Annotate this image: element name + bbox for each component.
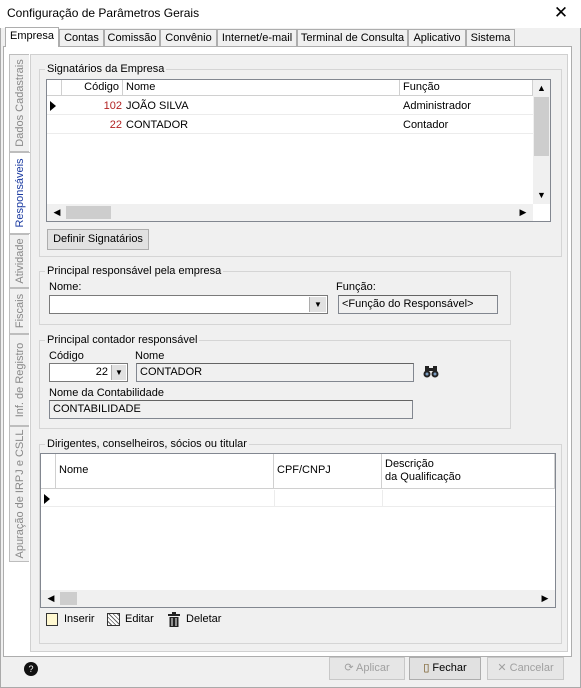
help-icon[interactable]: ? <box>24 662 38 676</box>
vertical-scrollbar[interactable]: ▲ ▼ <box>533 80 550 204</box>
signatarios-legend: Signatários da Empresa <box>45 63 167 75</box>
cell-codigo: 22 <box>109 119 122 131</box>
inserir-label: Inserir <box>64 613 95 625</box>
horizontal-scrollbar[interactable]: ◀ ▶ <box>41 590 555 607</box>
col-header-descricao-line2: da Qualificação <box>385 471 461 483</box>
tab-internet-email[interactable]: Internet/e-mail <box>217 29 297 46</box>
dirigentes-grid[interactable]: Nome CPF/CNPJ Descrição da Qualificação … <box>40 453 556 608</box>
chevron-down-icon[interactable]: ▼ <box>111 365 126 380</box>
funcao-responsavel-field: <Função do Responsável> <box>338 295 498 314</box>
grid-corner <box>41 454 56 489</box>
col-header-codigo[interactable]: Código <box>62 80 123 96</box>
scroll-left-icon[interactable]: ◀ <box>44 591 58 606</box>
scroll-thumb[interactable] <box>66 206 111 219</box>
principal-responsavel-legend: Principal responsável pela empresa <box>45 265 224 277</box>
new-document-icon <box>46 613 58 626</box>
contabilidade-label: Nome da Contabilidade <box>49 387 164 399</box>
codigo-contador-value: 22 <box>95 366 108 378</box>
edit-icon <box>107 613 120 626</box>
col-header-descricao[interactable]: Descrição da Qualificação <box>382 454 555 489</box>
cell-funcao: Administrador <box>403 100 471 112</box>
col-header-nome[interactable]: Nome <box>123 80 400 96</box>
side-tab-responsaveis[interactable]: Responsáveis <box>9 152 30 234</box>
codigo-contador-select[interactable]: 22 ▼ <box>49 363 128 382</box>
trash-icon <box>168 612 180 627</box>
contabilidade-field: CONTABILIDADE <box>49 400 413 419</box>
side-tab-fiscais[interactable]: Fiscais <box>9 288 29 334</box>
scroll-down-icon[interactable]: ▼ <box>534 188 549 202</box>
cancel-icon: ✕ <box>497 662 510 674</box>
col-header-descricao-line1: Descrição <box>385 458 434 470</box>
codigo-label: Código <box>49 350 84 362</box>
table-row[interactable] <box>41 490 555 507</box>
signatarios-grid[interactable]: Código Nome Função 102 JOÃO SILVA Admini… <box>46 79 551 222</box>
col-header-nome[interactable]: Nome <box>56 454 274 489</box>
apply-icon: ⟳ <box>344 662 357 674</box>
table-row[interactable]: 22 CONTADOR Contador <box>47 116 534 134</box>
definir-signatarios-button[interactable]: Definir Signatários <box>47 229 149 250</box>
cell-nome: CONTADOR <box>126 119 189 131</box>
side-tab-dados-cadastrais[interactable]: Dados Cadastrais <box>9 54 29 152</box>
row-indicator-icon <box>50 101 56 111</box>
col-header-funcao[interactable]: Função <box>400 80 533 96</box>
scroll-up-icon[interactable]: ▲ <box>534 81 549 95</box>
cell-divider <box>274 490 275 507</box>
window-title: Configuração de Parâmetros Gerais <box>7 6 200 20</box>
binoculars-icon[interactable] <box>422 364 440 380</box>
fechar-button[interactable]: ▯ Fechar <box>409 657 481 680</box>
side-tab-inf-registro[interactable]: Inf. de Registro <box>9 334 29 426</box>
cell-funcao: Contador <box>403 119 449 131</box>
cell-nome: JOÃO SILVA <box>126 100 189 112</box>
contador-legend: Principal contador responsável <box>45 334 200 346</box>
nome-label: Nome: <box>49 281 82 293</box>
deletar-label: Deletar <box>186 613 222 625</box>
tab-sistema[interactable]: Sistema <box>466 29 515 46</box>
nome-contador-label: Nome <box>135 350 165 362</box>
dirigentes-legend: Dirigentes, conselheiros, sócios ou titu… <box>45 438 249 450</box>
title-bar: Configuração de Parâmetros Gerais ✕ <box>0 0 581 28</box>
close-window-button[interactable]: ✕ <box>548 2 574 24</box>
table-row[interactable]: 102 JOÃO SILVA Administrador <box>47 97 534 115</box>
side-tab-atividade[interactable]: Atividade <box>9 234 29 288</box>
col-header-cpf-cnpj[interactable]: CPF/CNPJ <box>274 454 382 489</box>
aplicar-button[interactable]: ⟳ Aplicar <box>329 657 405 680</box>
nome-responsavel-select[interactable]: ▼ <box>49 295 328 314</box>
scroll-left-icon[interactable]: ◀ <box>50 205 64 220</box>
tab-empresa[interactable]: Empresa <box>5 27 59 47</box>
funcao-label: Função: <box>336 281 376 293</box>
cell-divider <box>382 490 383 507</box>
scroll-right-icon[interactable]: ▶ <box>538 591 552 606</box>
nome-contador-field: CONTADOR <box>136 363 414 382</box>
tab-convenio[interactable]: Convênio <box>160 29 217 46</box>
scroll-thumb[interactable] <box>60 592 77 605</box>
cancelar-button[interactable]: ✕ Cancelar <box>487 657 564 680</box>
chevron-down-icon[interactable]: ▼ <box>309 297 326 312</box>
grid-corner <box>47 80 62 96</box>
editar-label: Editar <box>125 613 154 625</box>
scroll-right-icon[interactable]: ▶ <box>516 205 530 220</box>
cell-codigo: 102 <box>103 100 122 112</box>
tab-comissao[interactable]: Comissão <box>104 29 160 46</box>
row-indicator-icon <box>44 494 50 504</box>
scroll-thumb[interactable] <box>534 97 549 156</box>
tab-aplicativo[interactable]: Aplicativo <box>408 29 466 46</box>
tab-terminal-consulta[interactable]: Terminal de Consulta <box>297 29 408 46</box>
horizontal-scrollbar[interactable]: ◀ ▶ <box>47 204 533 221</box>
tab-contas[interactable]: Contas <box>59 29 104 46</box>
side-tab-apuracao-irpj-csll[interactable]: Apuração de IRPJ e CSLL <box>9 426 29 562</box>
